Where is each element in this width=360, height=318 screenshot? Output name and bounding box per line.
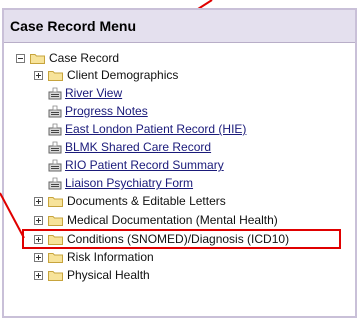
annotation-pointer-line: [0, 192, 25, 239]
